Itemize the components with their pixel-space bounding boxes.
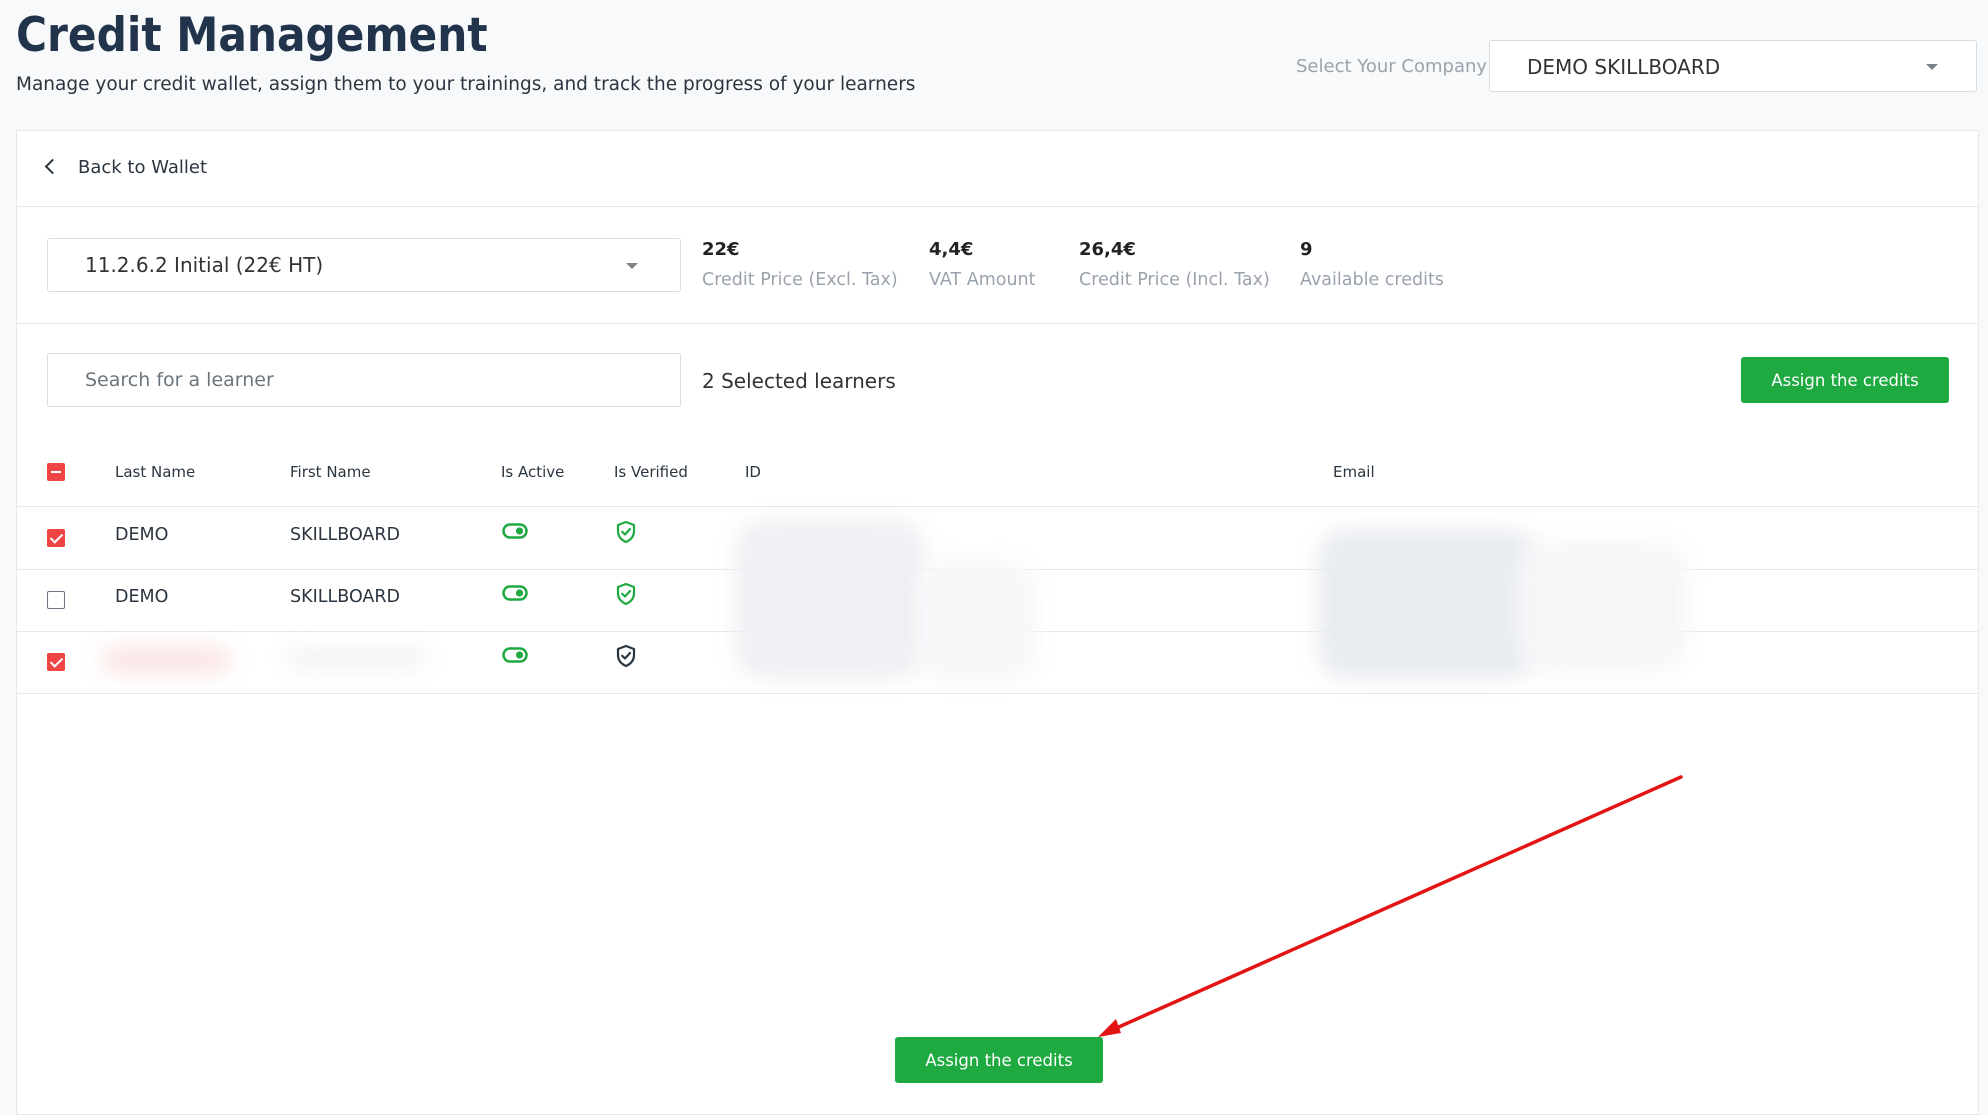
chevron-left-icon xyxy=(44,158,61,175)
training-select[interactable]: 11.2.6.2 Initial (22€ HT) xyxy=(47,238,681,292)
column-header-last-name[interactable]: Last Name xyxy=(115,463,195,481)
column-header-email[interactable]: Email xyxy=(1333,463,1375,481)
chevron-down-icon xyxy=(626,263,638,269)
redacted-email-column-light xyxy=(1517,541,1687,671)
shield-check-icon xyxy=(616,520,636,544)
page-subtitle: Manage your credit wallet, assign them t… xyxy=(16,74,916,95)
stat-value: 26,4€ xyxy=(1079,239,1136,260)
back-to-wallet-label: Back to Wallet xyxy=(78,157,208,178)
row-checkbox[interactable] xyxy=(47,529,65,547)
toggle-on-icon xyxy=(502,523,528,539)
column-header-is-active[interactable]: Is Active xyxy=(501,463,564,481)
divider xyxy=(17,323,1978,324)
stat-label: Credit Price (Excl. Tax) xyxy=(702,270,898,290)
redacted-first-name xyxy=(287,647,427,669)
redacted-id-column-light xyxy=(917,561,1037,681)
company-select[interactable]: DEMO SKILLBOARD xyxy=(1489,40,1977,92)
toggle-on-icon xyxy=(502,585,528,601)
shield-check-dark-icon xyxy=(616,644,636,668)
company-select-value: DEMO SKILLBOARD xyxy=(1527,55,1721,79)
redacted-email-column xyxy=(1317,529,1537,679)
stat-credit-price-excl: 22€ Credit Price (Excl. Tax) xyxy=(702,239,898,290)
select-all-checkbox[interactable] xyxy=(47,463,65,481)
row-checkbox[interactable] xyxy=(47,653,65,671)
learner-search-input[interactable] xyxy=(47,353,681,407)
company-select-label: Select Your Company xyxy=(1296,56,1488,77)
redacted-id-column xyxy=(735,519,925,679)
redacted-last-name xyxy=(101,647,231,673)
cell-first-name: SKILLBOARD xyxy=(290,525,401,545)
stat-value: 22€ xyxy=(702,239,740,260)
stat-label: Available credits xyxy=(1300,270,1444,290)
page-header: Credit Management Manage your credit wal… xyxy=(0,0,1988,128)
row-checkbox[interactable] xyxy=(47,591,65,609)
row-divider xyxy=(17,693,1978,694)
stat-value: 9 xyxy=(1300,239,1313,260)
training-select-value: 11.2.6.2 Initial (22€ HT) xyxy=(85,253,324,277)
toggle-on-icon xyxy=(502,647,528,663)
cell-first-name: SKILLBOARD xyxy=(290,587,401,607)
column-header-id[interactable]: ID xyxy=(745,463,761,481)
column-header-is-verified[interactable]: Is Verified xyxy=(614,463,688,481)
column-header-first-name[interactable]: First Name xyxy=(290,463,371,481)
stat-available-credits: 9 Available credits xyxy=(1300,239,1444,290)
selected-learners-count: 2 Selected learners xyxy=(702,369,896,393)
chevron-down-icon xyxy=(1926,64,1938,70)
cell-last-name: DEMO xyxy=(115,525,169,545)
assign-credits-button-bottom[interactable]: Assign the credits xyxy=(895,1037,1103,1083)
stat-credit-price-incl: 26,4€ Credit Price (Incl. Tax) xyxy=(1079,239,1270,290)
divider xyxy=(17,206,1978,207)
stat-label: Credit Price (Incl. Tax) xyxy=(1079,270,1270,290)
cell-last-name: DEMO xyxy=(115,587,169,607)
page-title: Credit Management xyxy=(16,8,488,63)
assign-credits-button-top[interactable]: Assign the credits xyxy=(1741,357,1949,403)
back-to-wallet-link[interactable]: Back to Wallet xyxy=(44,157,208,178)
stat-value: 4,4€ xyxy=(929,239,974,260)
stat-label: VAT Amount xyxy=(929,270,1036,290)
credit-assignment-card: Back to Wallet 11.2.6.2 Initial (22€ HT)… xyxy=(16,130,1979,1115)
stat-vat-amount: 4,4€ VAT Amount xyxy=(929,239,1036,290)
shield-check-icon xyxy=(616,582,636,606)
